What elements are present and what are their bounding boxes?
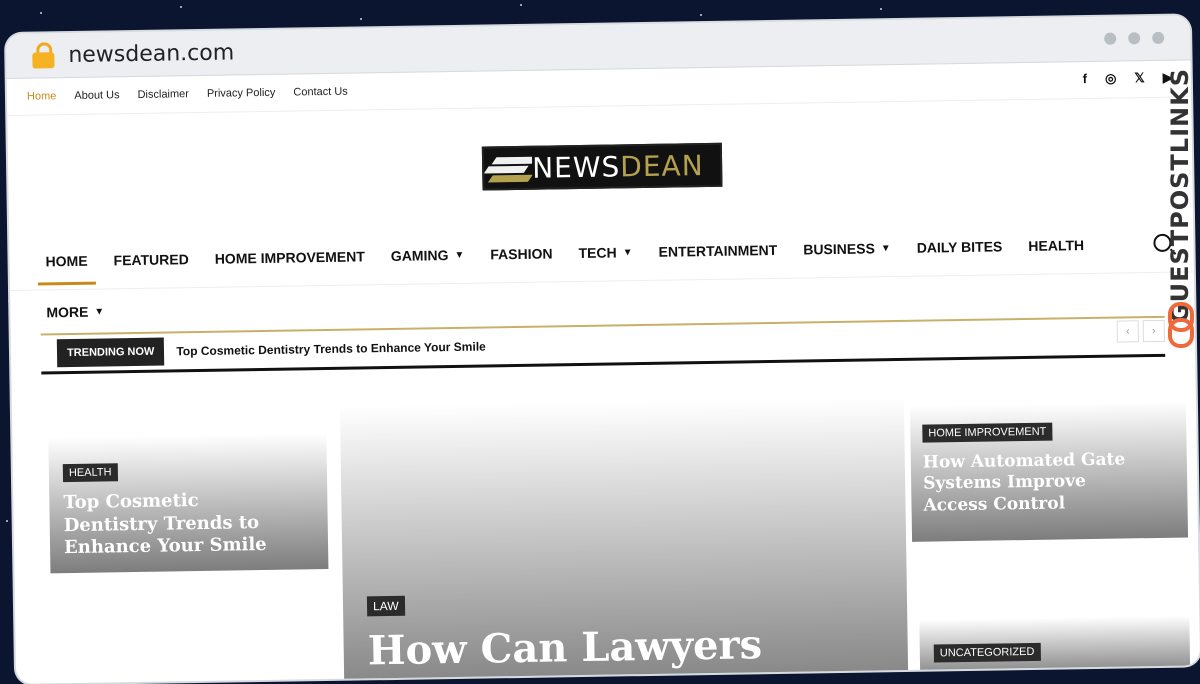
top-nav-about[interactable]: About Us [74, 89, 119, 102]
post-card-law[interactable]: LAW How Can Lawyers [339, 397, 909, 684]
lock-icon [32, 42, 55, 69]
post-title[interactable]: Top Cosmetic Dentistry Trends to Enhance… [63, 489, 294, 560]
post-title[interactable]: How Can Lawyers [367, 618, 908, 676]
category-badge[interactable]: HEALTH [62, 463, 118, 483]
x-icon[interactable]: 𝕏 [1134, 70, 1145, 86]
logo-text-news: NEWS [531, 149, 621, 185]
post-card-uncategorized[interactable]: UNCATEGORIZED [919, 615, 1191, 680]
nav-featured[interactable]: FEATURED [113, 251, 188, 268]
top-nav-home[interactable]: Home [27, 90, 57, 102]
nav-tech[interactable]: TECH ▼ [578, 244, 632, 261]
nav-home-improvement[interactable]: HOME IMPROVEMENT [215, 248, 365, 266]
post-title[interactable]: How Automated Gate Systems Improve Acces… [923, 449, 1154, 516]
guestpostlinks-watermark: GUESTPOSTLINKS [1162, 60, 1196, 360]
post-card-home-improvement[interactable]: HOME IMPROVEMENT How Automated Gate Syst… [909, 401, 1189, 542]
post-card-health[interactable]: HEALTH Top Cosmetic Dentistry Trends to … [48, 433, 329, 574]
top-nav: Home About Us Disclaimer Privacy Policy … [27, 85, 366, 103]
nav-gaming[interactable]: GAMING ▼ [391, 247, 465, 264]
site-logo[interactable]: NEWSDEAN [481, 142, 723, 191]
chevron-down-icon: ▼ [454, 249, 465, 261]
trending-prev-button[interactable]: ‹ [1116, 320, 1139, 343]
category-badge[interactable]: HOME IMPROVEMENT [922, 422, 1053, 443]
header: NEWSDEAN [7, 97, 1193, 234]
nav-entertainment[interactable]: ENTERTAINMENT [658, 242, 777, 260]
logo-mark-icon [483, 148, 533, 189]
social-links: f ◎ 𝕏 ▶ [1083, 70, 1173, 87]
trending-label: TRENDING NOW [56, 337, 165, 368]
window-controls [1104, 31, 1165, 45]
category-badge[interactable]: UNCATEGORIZED [933, 642, 1041, 663]
chevron-down-icon: ▼ [622, 246, 633, 258]
chevron-down-icon: ▼ [94, 305, 105, 318]
link-icon [1168, 318, 1194, 348]
logo-text-dean: DEAN [620, 148, 704, 183]
main-nav: HOME FEATURED HOME IMPROVEMENT GAMING ▼ F… [9, 215, 1195, 335]
watermark-text: GUESTPOSTLINKS [1166, 68, 1194, 324]
category-badge[interactable]: LAW [366, 595, 405, 617]
trending-headline[interactable]: Top Cosmetic Dentistry Trends to Enhance… [176, 340, 486, 359]
browser-window: newsdean.com Home About Us Disclaimer Pr… [6, 15, 1200, 684]
top-nav-contact[interactable]: Contact Us [293, 86, 348, 99]
nav-business[interactable]: BUSINESS ▼ [803, 240, 891, 257]
nav-health[interactable]: HEALTH [1028, 237, 1084, 254]
facebook-icon[interactable]: f [1083, 71, 1088, 87]
chevron-down-icon: ▼ [880, 242, 891, 254]
nav-fashion[interactable]: FASHION [490, 245, 552, 262]
instagram-icon[interactable]: ◎ [1105, 71, 1117, 87]
top-nav-disclaimer[interactable]: Disclaimer [137, 88, 189, 101]
nav-daily-bites[interactable]: DAILY BITES [917, 238, 1003, 255]
nav-more[interactable]: MORE ▼ [46, 303, 105, 321]
nav-home[interactable]: HOME [45, 253, 87, 270]
url-text[interactable]: newsdean.com [68, 40, 234, 68]
top-nav-privacy[interactable]: Privacy Policy [207, 87, 276, 100]
